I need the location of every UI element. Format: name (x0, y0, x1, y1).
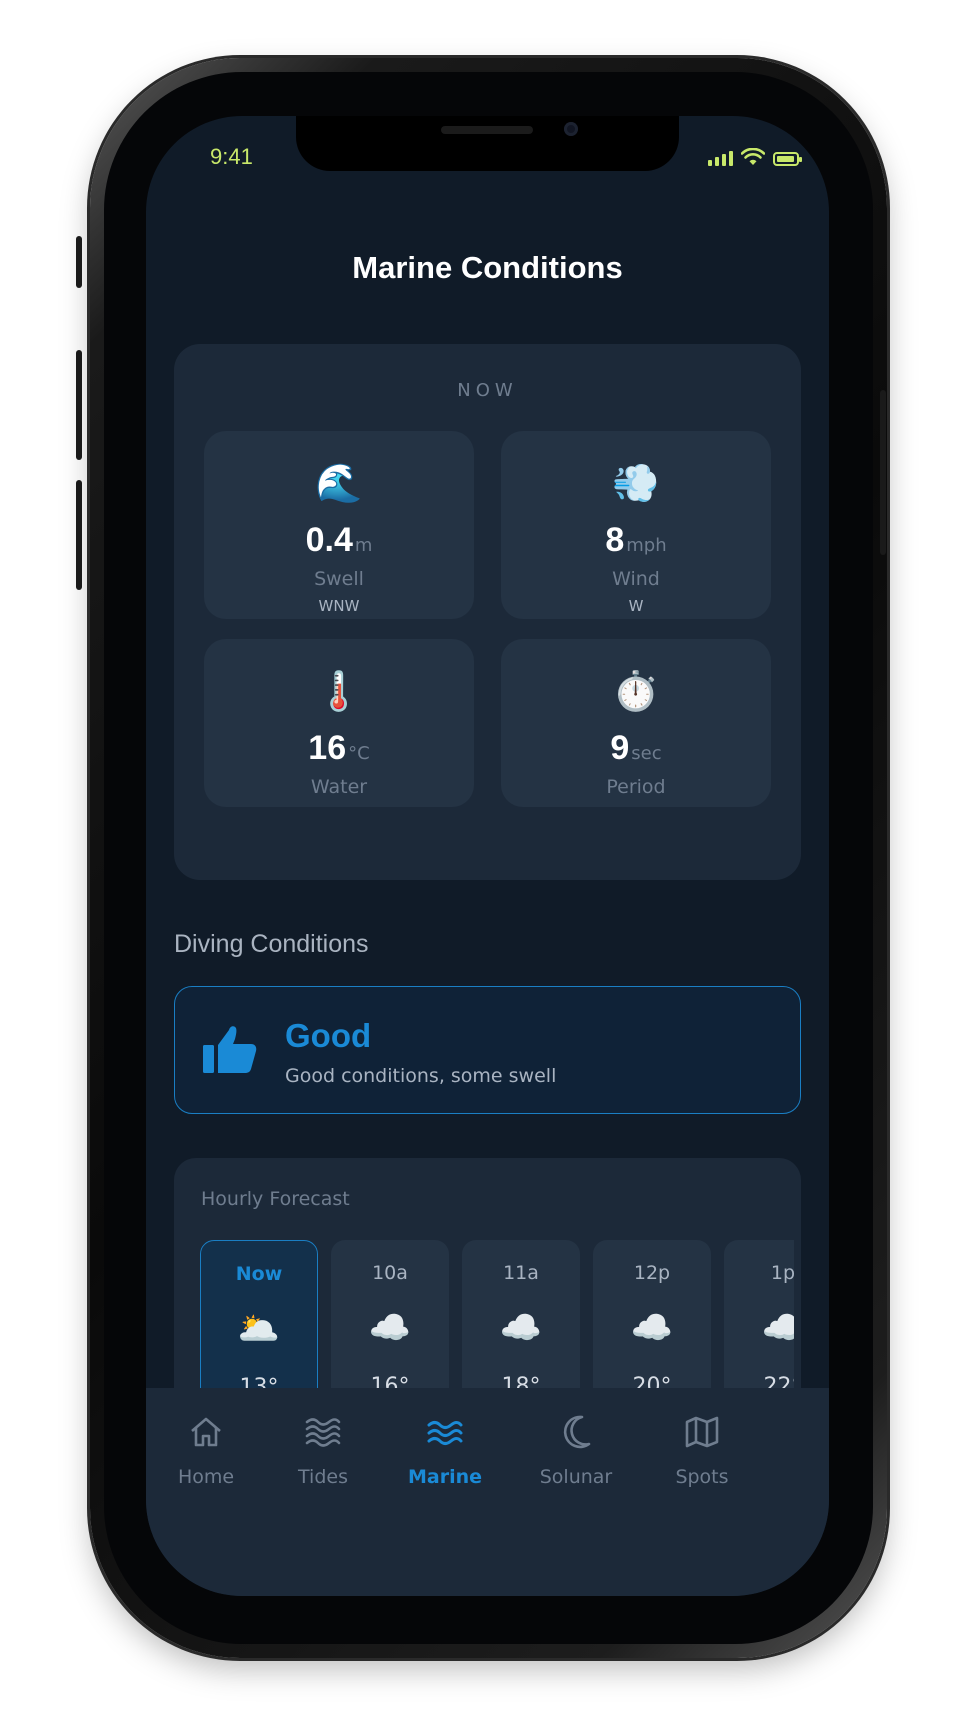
now-card: NOW 🌊 0.4m Swell WNW 💨 8mph Wind W 🌡️ (174, 344, 801, 880)
swell-label: Swell (314, 568, 364, 590)
mute-switch (76, 480, 82, 590)
swell-unit: m (354, 535, 373, 556)
swell-direction: WNW (318, 597, 360, 615)
cloud-icon: ☁️ (368, 1308, 412, 1348)
wifi-icon (741, 148, 765, 165)
volume-up-button (76, 236, 82, 288)
tab-label: Solunar (539, 1466, 613, 1488)
tab-solunar[interactable]: Solunar (516, 1412, 636, 1488)
wind-unit: mph (626, 535, 667, 556)
period-unit: sec (631, 743, 662, 764)
swell-tile[interactable]: 🌊 0.4 m Swell WNW (204, 431, 474, 619)
tab-marine[interactable]: Marine (385, 1412, 505, 1488)
hour-time: 11a (503, 1262, 539, 1284)
period-value-row: 9 sec (501, 729, 771, 768)
period-label: Period (606, 776, 666, 798)
wind-value: 8 (605, 521, 625, 559)
wave-icon: 🌊 (315, 461, 363, 505)
wind-direction: W (628, 597, 644, 615)
water-temp-label: Water (310, 776, 368, 798)
home-icon (191, 1417, 221, 1447)
cloud-icon: ☁️ (630, 1308, 674, 1348)
hour-time: Now (235, 1263, 283, 1285)
hourly-forecast-title: Hourly Forecast (201, 1188, 350, 1210)
map-icon (685, 1416, 719, 1448)
wind-label: Wind (612, 568, 660, 590)
diving-section-title: Diving Conditions (174, 930, 369, 958)
water-temp-value: 16 (308, 729, 347, 767)
power-button (880, 390, 886, 555)
tab-label: Home (177, 1466, 235, 1488)
thermometer-icon: 🌡️ (315, 669, 363, 713)
tides-icon (305, 1418, 341, 1447)
volume-down-button (76, 350, 82, 460)
swell-value: 0.4 (305, 521, 353, 559)
cellular-signal-icon (708, 150, 733, 166)
hour-time: 1p (770, 1262, 794, 1284)
swell-value-row: 0.4 m (204, 521, 474, 560)
tab-home[interactable]: Home (146, 1412, 266, 1488)
wind-tile[interactable]: 💨 8 mph Wind W (501, 431, 771, 619)
hour-time: 10a (372, 1262, 408, 1284)
speaker-grille (441, 126, 533, 134)
tab-tides[interactable]: Tides (263, 1412, 383, 1488)
now-label: NOW (457, 380, 518, 401)
device-stage: 9:41 Marine Conditions NOW 🌊 0.4 m Swell … (0, 0, 972, 1731)
period-value: 9 (610, 729, 630, 767)
wind-value-row: 8 mph (501, 521, 771, 560)
wind-icon: 💨 (612, 461, 660, 505)
battery-icon (773, 152, 802, 166)
hour-time: 12p (633, 1262, 671, 1284)
period-tile[interactable]: ⏱️ 9 sec Period (501, 639, 771, 807)
dive-description: Good conditions, some swell (285, 1065, 557, 1087)
tab-label: Tides (298, 1466, 348, 1488)
cloud-icon: ☁️ (499, 1308, 543, 1348)
water-temp-unit: °C (348, 743, 370, 764)
thumbs-up-icon (203, 1026, 257, 1073)
water-temp-tile[interactable]: 🌡️ 16 °C Water (204, 639, 474, 807)
partly-cloudy-icon: 🌥️ (237, 1309, 281, 1349)
stopwatch-icon: ⏱️ (612, 669, 660, 713)
front-camera (564, 122, 578, 136)
notch (296, 116, 679, 171)
water-value-row: 16 °C (204, 729, 474, 768)
bottom-tab-bar: Home Tides Marine Solunar Spots (146, 1388, 829, 1596)
moon-icon (563, 1415, 591, 1449)
tab-label: Spots (675, 1466, 729, 1488)
app-screen: 9:41 Marine Conditions NOW 🌊 0.4 m Swell … (146, 116, 829, 1596)
tab-label: Marine (407, 1466, 483, 1488)
tab-spots[interactable]: Spots (642, 1412, 762, 1488)
page-title: Marine Conditions (352, 250, 623, 285)
cloud-icon: ☁️ (761, 1308, 794, 1348)
status-icons (708, 148, 802, 166)
status-time: 9:41 (210, 144, 253, 169)
marine-waves-icon (427, 1421, 463, 1445)
dive-rating: Good (285, 1017, 372, 1054)
diving-conditions-card[interactable]: Good Good conditions, some swell (174, 986, 801, 1114)
